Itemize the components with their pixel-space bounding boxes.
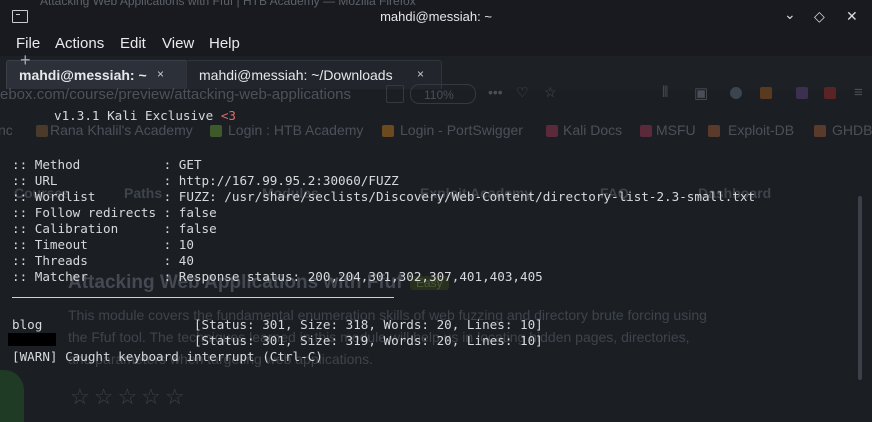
separator-line (12, 297, 394, 298)
extension-icon (824, 87, 836, 99)
tab-close-icon[interactable]: × (417, 67, 424, 81)
menu-view[interactable]: View (162, 35, 194, 52)
bookmark-icon (708, 125, 720, 137)
bookmark: Kali Docs (563, 122, 623, 138)
reader-icon (386, 85, 404, 103)
tab-home[interactable]: mahdi@messiah: ~ × (6, 60, 188, 89)
account-icon (730, 87, 742, 99)
bookmark-icon (382, 125, 394, 137)
menu-edit[interactable]: Edit (120, 35, 146, 52)
version-text: v1.3.1 Kali Exclusive (54, 108, 221, 123)
config-matcher: :: Matcher : Response status: 200,204,30… (12, 269, 543, 284)
bookmark-icon (210, 125, 222, 137)
bookmark: Login - PortSwigger (400, 122, 523, 138)
config-wordlist: :: Wordlist : FUZZ: /usr/share/seclists/… (12, 189, 756, 204)
ghost-decoration (0, 370, 24, 422)
menu-bar: File Actions Edit View Help (0, 34, 872, 56)
result-line: [Status: 301, Size: 319, Words: 20, Line… (12, 333, 543, 348)
ffuf-version: v1.3.1 Kali Exclusive <3 (54, 108, 236, 123)
config-follow-redirects: :: Follow redirects : false (12, 205, 217, 220)
version-heart: <3 (220, 108, 236, 123)
sidebar-icon: ▣ (694, 85, 709, 102)
extension-icon (796, 87, 808, 99)
bookmark: GHDB (832, 122, 872, 138)
scrollbar[interactable] (858, 196, 862, 380)
menu-actions[interactable]: Actions (55, 35, 104, 52)
config-method: :: Method : GET (12, 157, 202, 172)
more-icon: ••• (488, 84, 503, 100)
tab-close-icon[interactable]: × (157, 67, 164, 81)
rating-stars: ☆☆☆☆☆ (70, 384, 189, 409)
bookmark-icon (814, 125, 826, 137)
bookmark-icon (546, 125, 558, 137)
tab-label: mahdi@messiah: ~/Downloads (199, 67, 393, 83)
warn-line: [WARN] Caught keyboard interrupt (Ctrl-C… (12, 349, 323, 364)
library-icon: ⫴ (662, 84, 669, 101)
pocket-icon: ♡ (516, 84, 529, 100)
bookmark: MSFU (656, 122, 696, 138)
star-icon: ☆ (544, 84, 557, 100)
bookmark: Exploit-DB (728, 122, 795, 138)
bookmark: Login : HTB Academy (228, 122, 364, 138)
menu-help[interactable]: Help (209, 35, 240, 52)
bookmark: Rana Khalil's Academy (50, 122, 193, 138)
ghost-url-text: ebox.com/course/preview/attacking-web-ap… (0, 86, 352, 103)
bookmark: nc (0, 122, 13, 138)
result-line: blog [Status: 301, Size: 318, Words: 20,… (12, 317, 543, 332)
close-icon[interactable]: ✕ (846, 8, 858, 24)
extension-icon (760, 87, 772, 99)
tab-downloads[interactable]: mahdi@messiah: ~/Downloads × (186, 60, 442, 89)
config-url: :: URL : http://167.99.95.2:30060/FUZZ (12, 173, 399, 188)
redaction-box (8, 333, 56, 346)
bookmark-icon (36, 125, 48, 137)
background-window-title: Attacking Web Applications with Ffuf | H… (40, 0, 416, 8)
config-calibration: :: Calibration : false (12, 221, 217, 236)
tab-label: mahdi@messiah: ~ (19, 67, 147, 83)
bookmark-icon (640, 125, 652, 137)
ghost-zoom: 110% (424, 88, 454, 102)
menu-icon: ≡ (854, 84, 863, 101)
minimize-icon[interactable]: ⌄ (784, 6, 796, 22)
config-threads: :: Threads : 40 (12, 253, 194, 268)
config-timeout: :: Timeout : 10 (12, 237, 194, 252)
new-tab-icon[interactable]: + (20, 50, 31, 71)
title-bar: Attacking Web Applications with Ffuf | H… (0, 0, 872, 34)
window-title: mahdi@messiah: ~ (380, 9, 492, 24)
maximize-icon[interactable]: ◇ (814, 8, 825, 24)
